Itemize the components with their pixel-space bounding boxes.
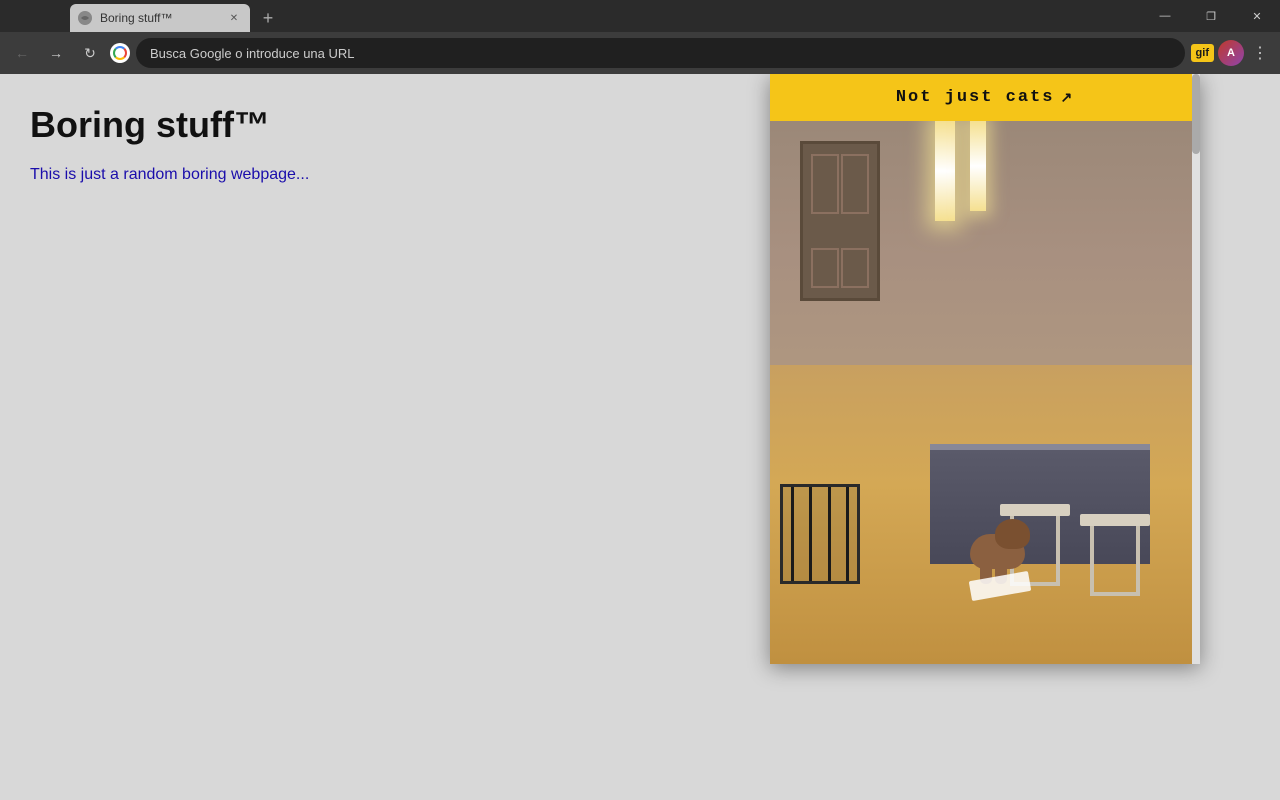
subtitle-text: This is just a xyxy=(30,166,123,183)
menu-button[interactable]: ⋮ xyxy=(1248,39,1272,67)
external-link-icon: ↗ xyxy=(1060,89,1074,106)
forward-button[interactable]: → xyxy=(42,39,70,67)
toolbar-right: gif A ⋮ xyxy=(1191,39,1272,67)
active-tab[interactable]: Boring stuff™ ✕ xyxy=(70,4,250,32)
popup-scrollbar[interactable] xyxy=(1192,74,1200,664)
dog-crate xyxy=(780,484,860,584)
titlebar: Boring stuff™ ✕ + — ❐ ✕ xyxy=(0,0,1280,32)
gif-button[interactable]: gif xyxy=(1191,44,1214,62)
popup-panel: Not just cats ↗ xyxy=(770,74,1200,664)
google-icon xyxy=(110,43,130,63)
minimize-button[interactable]: — xyxy=(1142,0,1188,32)
popup-scrollbar-thumb[interactable] xyxy=(1192,74,1200,154)
door xyxy=(800,141,880,301)
stool-1 xyxy=(1080,514,1150,604)
new-tab-button[interactable]: + xyxy=(254,4,282,32)
door-panel-tr xyxy=(841,154,869,214)
tab-favicon-icon xyxy=(78,11,92,25)
maximize-button[interactable]: ❐ xyxy=(1188,0,1234,32)
close-button[interactable]: ✕ xyxy=(1234,0,1280,32)
subtitle-rest: boring webpage... xyxy=(178,166,310,183)
tab-title: Boring stuff™ xyxy=(100,11,218,25)
refresh-button[interactable]: ↻ xyxy=(76,39,104,67)
door-panel-br xyxy=(841,248,869,288)
url-text: Busca Google o introduce una URL xyxy=(150,46,355,61)
subtitle-random: random xyxy=(123,166,177,183)
dog-head xyxy=(995,519,1030,549)
not-just-cats-button[interactable]: Not just cats ↗ xyxy=(770,74,1200,121)
pendant-light-1 xyxy=(935,121,955,221)
page-content: Boring stuff™ This is just a random bori… xyxy=(0,74,1280,800)
stool-legs-1 xyxy=(1090,526,1140,596)
back-button[interactable]: ← xyxy=(8,39,36,67)
tab-area: Boring stuff™ ✕ + xyxy=(0,0,282,32)
popup-image xyxy=(770,121,1200,664)
crate-bars xyxy=(783,487,857,581)
avatar[interactable]: A xyxy=(1218,40,1244,66)
popup-btn-label: Not just cats xyxy=(896,88,1055,107)
door-panel-bl xyxy=(811,248,839,288)
pendant-light-2 xyxy=(970,121,986,211)
tab-close-button[interactable]: ✕ xyxy=(226,10,242,26)
google-logo xyxy=(113,46,127,60)
url-bar[interactable]: Busca Google o introduce una URL xyxy=(136,38,1185,68)
door-panel-tl xyxy=(811,154,839,214)
addressbar: ← → ↻ Busca Google o introduce una URL g… xyxy=(0,32,1280,74)
window-controls: — ❐ ✕ xyxy=(1142,0,1280,32)
stool-top-1 xyxy=(1080,514,1150,526)
room-scene xyxy=(770,121,1200,664)
